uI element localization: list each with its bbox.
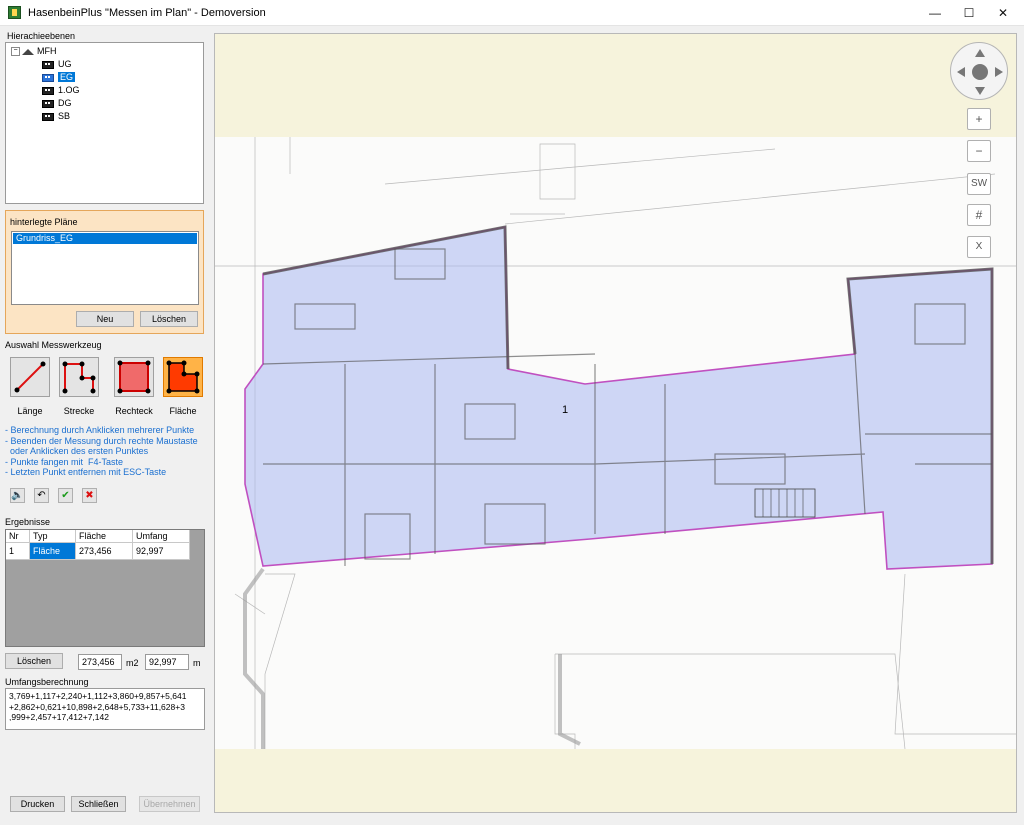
- grayscale-toggle-button[interactable]: SW: [967, 173, 991, 195]
- line-tool-button[interactable]: [10, 357, 50, 397]
- line-tool-label: Länge: [17, 406, 43, 416]
- area-tool-label: Fläche: [169, 406, 197, 416]
- reset-view-button[interactable]: X: [967, 236, 991, 258]
- perimeter-calc-label: Umfangsberechnung: [5, 677, 89, 687]
- results-table: Nr Typ Fläche Umfang 1 Fläche 273,456 92…: [5, 529, 205, 647]
- new-plan-button[interactable]: Neu: [76, 311, 134, 327]
- plan-list-item[interactable]: Grundriss_EG: [13, 233, 197, 244]
- hint-line: oder Anklicken des ersten Punktes: [5, 446, 149, 456]
- cross-icon: ✖: [85, 490, 94, 501]
- level-icon: [42, 73, 54, 82]
- plan-list[interactable]: Grundriss_EG: [11, 231, 199, 305]
- window-title: HasenbeinPlus "Messen im Plan" - Demover…: [28, 7, 266, 19]
- delete-result-button[interactable]: Löschen: [5, 653, 63, 669]
- area-value-field[interactable]: 273,456: [78, 654, 122, 670]
- tree-item-eg[interactable]: EG: [42, 71, 76, 83]
- level-icon: [42, 112, 54, 121]
- tree-item-label: DG: [58, 98, 72, 108]
- tree-item-label: 1.OG: [58, 85, 80, 95]
- tools-section-label: Auswahl Messwerkzeug: [5, 340, 102, 350]
- zoom-in-button[interactable]: +: [967, 108, 991, 130]
- area-tool-button[interactable]: [163, 357, 203, 397]
- hint-line: - Beenden der Messung durch rechte Maust…: [5, 435, 198, 446]
- check-icon: ✔: [61, 490, 70, 501]
- perimeter-value-field[interactable]: 92,997: [145, 654, 189, 670]
- undo-button[interactable]: ↶: [34, 488, 49, 503]
- tree-item-label: SB: [58, 111, 71, 121]
- zoom-out-button[interactable]: −: [967, 140, 991, 162]
- tree-item-sb[interactable]: SB: [42, 110, 70, 122]
- pan-arrows-icon: [957, 49, 1003, 95]
- confirm-button[interactable]: ✔: [58, 488, 73, 503]
- apply-button[interactable]: Übernehmen: [139, 796, 200, 812]
- table-cell[interactable]: 1: [6, 543, 30, 560]
- undo-icon: ↶: [37, 490, 46, 501]
- polyline-tool-icon: [62, 361, 96, 394]
- polyline-tool-label: Strecke: [63, 406, 95, 416]
- maximize-button[interactable]: ☐: [952, 0, 986, 26]
- collapse-icon[interactable]: −: [11, 47, 20, 57]
- hint-line: - Berechnung durch Anklicken mehrerer Pu…: [5, 425, 195, 435]
- title-bar: HasenbeinPlus "Messen im Plan" - Demover…: [0, 0, 1024, 26]
- polyline-tool-button[interactable]: [59, 357, 99, 397]
- tree-item-label: EG: [58, 72, 76, 82]
- tree-item-label: UG: [58, 59, 72, 69]
- perimeter-unit-label: m: [193, 658, 201, 668]
- perimeter-calc-box: 3,769+1,117+2,240+1,112+3,860+9,857+5,64…: [5, 688, 205, 730]
- rectangle-tool-button[interactable]: [114, 357, 154, 397]
- floor-plan-drawing: [215, 137, 1016, 750]
- plans-panel: hinterlegte Pläne Grundriss_EG Neu Lösch…: [5, 210, 204, 334]
- area-tool-icon: [166, 360, 200, 394]
- delete-plan-button[interactable]: Löschen: [140, 311, 198, 327]
- speaker-icon: 🔈: [11, 490, 24, 501]
- calc-line: +2,862+0,621+10,898+2,648+5,733+11,628+3: [9, 701, 185, 712]
- level-icon: [42, 99, 54, 108]
- column-header[interactable]: Fläche: [76, 530, 133, 543]
- sound-button[interactable]: 🔈: [10, 488, 25, 503]
- tree-root-label: MFH: [37, 46, 57, 56]
- tree-item-ug[interactable]: UG: [42, 58, 72, 70]
- plan-viewer[interactable]: 1 + − SW # X: [214, 33, 1017, 813]
- results-section-label: Ergebnisse: [5, 517, 51, 527]
- rectangle-tool-icon: [117, 360, 151, 394]
- level-icon: [42, 60, 54, 69]
- hint-line: - Punkte fangen mit F4-Taste: [5, 456, 124, 467]
- column-header[interactable]: Umfang: [133, 530, 190, 543]
- tree-root[interactable]: − MFH: [11, 45, 57, 57]
- calc-line: ,999+2,457+17,412+7,142: [9, 712, 109, 722]
- column-header[interactable]: Nr: [6, 530, 30, 543]
- cancel-button[interactable]: ✖: [82, 488, 97, 503]
- tool-hints: - Berechnung durch Anklicken mehrerer Pu…: [5, 425, 210, 478]
- table-cell[interactable]: 273,456: [76, 543, 133, 560]
- close-window-button[interactable]: ✕: [986, 0, 1020, 26]
- tree-item-1og[interactable]: 1.OG: [42, 84, 80, 96]
- table-cell[interactable]: Fläche: [30, 543, 76, 560]
- plans-section-label: hinterlegte Pläne: [10, 217, 78, 227]
- hierarchy-tree: − MFH UG EG 1.OG DG SB: [5, 42, 204, 204]
- table-cell[interactable]: 92,997: [133, 543, 190, 560]
- calc-line: 3,769+1,117+2,240+1,112+3,860+9,857+5,64…: [9, 691, 187, 701]
- minimize-button[interactable]: —: [918, 0, 952, 26]
- column-header[interactable]: Typ: [30, 530, 76, 543]
- house-icon: [22, 48, 34, 55]
- print-button[interactable]: Drucken: [10, 796, 65, 812]
- close-button[interactable]: Schließen: [71, 796, 126, 812]
- rectangle-tool-label: Rechteck: [115, 406, 153, 416]
- tree-section-label: Hierachieebenen: [7, 31, 76, 41]
- level-icon: [42, 86, 54, 95]
- grid-toggle-button[interactable]: #: [967, 204, 991, 226]
- pan-control[interactable]: [950, 42, 1008, 100]
- area-unit-label: m2: [126, 658, 139, 668]
- tree-item-dg[interactable]: DG: [42, 97, 72, 109]
- hint-line: - Letzten Punkt entfernen mit ESC-Taste: [5, 467, 167, 477]
- room-number-label: 1: [562, 404, 569, 416]
- line-tool-icon: [14, 361, 46, 393]
- app-logo-icon: [8, 6, 21, 19]
